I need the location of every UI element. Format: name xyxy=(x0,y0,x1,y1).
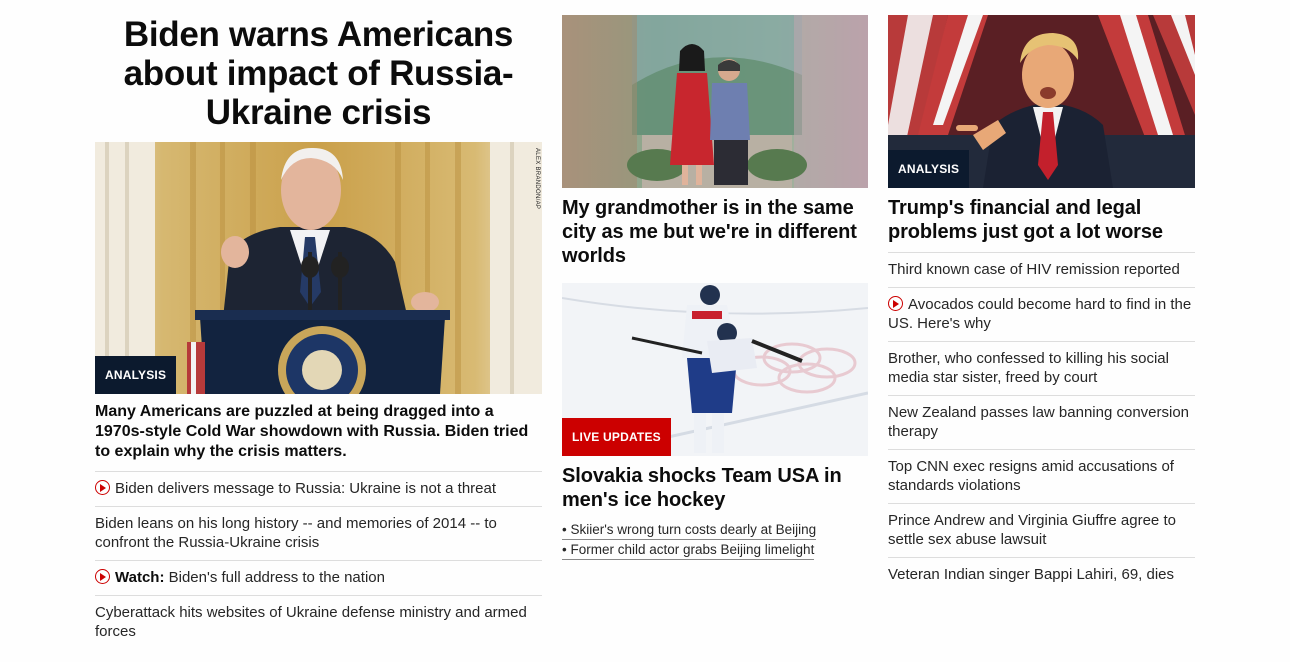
hockey-story-headline[interactable]: Slovakia shocks Team USA in men's ice ho… xyxy=(562,464,868,512)
list-item[interactable]: Brother, who confessed to killing his so… xyxy=(888,342,1195,396)
list-item-text: Biden leans on his long history -- and m… xyxy=(95,515,497,551)
list-item-text: Third known case of HIV remission report… xyxy=(888,261,1180,278)
related-link[interactable]: • Skiier's wrong turn costs dearly at Be… xyxy=(562,520,817,540)
watch-prefix: Watch: xyxy=(115,569,165,586)
trump-story-headline[interactable]: Trump's financial and legal problems jus… xyxy=(888,196,1195,253)
headlines-list: Third known case of HIV remission report… xyxy=(888,253,1195,592)
list-item[interactable]: Biden delivers message to Russia: Ukrain… xyxy=(95,472,542,507)
top-story-lead[interactable]: Many Americans are puzzled at being drag… xyxy=(95,402,542,472)
list-item[interactable]: Veteran Indian singer Bappi Lahiri, 69, … xyxy=(888,558,1195,592)
trump-story-image[interactable]: ANALYSIS xyxy=(888,15,1195,188)
analysis-tag[interactable]: ANALYSIS xyxy=(888,150,970,188)
list-item-text: Avocados could become hard to find in th… xyxy=(888,296,1192,332)
top-story-title[interactable]: Biden warns Americans about impact of Ru… xyxy=(95,15,542,142)
grandmother-photo xyxy=(562,15,868,188)
middle-column: My grandmother is in the same city as me… xyxy=(562,15,868,560)
list-item-text: Top CNN exec resigns amid accusations of… xyxy=(888,458,1174,494)
list-item[interactable]: Prince Andrew and Virginia Giuffre agree… xyxy=(888,504,1195,558)
top-story-column: Biden warns Americans about impact of Ru… xyxy=(95,15,542,649)
list-item[interactable]: Third known case of HIV remission report… xyxy=(888,253,1195,288)
related-stories-list: Biden delivers message to Russia: Ukrain… xyxy=(95,472,542,649)
hockey-related-links: • Skiier's wrong turn costs dearly at Be… xyxy=(562,520,868,560)
play-circle-icon xyxy=(95,569,110,584)
list-item[interactable]: Biden leans on his long history -- and m… xyxy=(95,507,542,561)
related-link[interactable]: • Former child actor grabs Beijing limel… xyxy=(562,540,815,560)
grandmother-story-image[interactable] xyxy=(562,15,868,188)
list-item-text: Prince Andrew and Virginia Giuffre agree… xyxy=(888,512,1176,548)
list-item[interactable]: Top CNN exec resigns amid accusations of… xyxy=(888,450,1195,504)
list-item[interactable]: New Zealand passes law banning conversio… xyxy=(888,396,1195,450)
list-item-text: Biden's full address to the nation xyxy=(164,569,385,586)
list-item-text: New Zealand passes law banning conversio… xyxy=(888,404,1190,440)
list-item-text: Veteran Indian singer Bappi Lahiri, 69, … xyxy=(888,566,1175,583)
play-circle-icon xyxy=(95,480,110,495)
list-item[interactable]: Watch: Biden's full address to the natio… xyxy=(95,561,542,596)
list-item-text: Cyberattack hits websites of Ukraine def… xyxy=(95,604,527,640)
right-column: ANALYSIS Trump's financial and legal pro… xyxy=(888,15,1195,592)
live-updates-tag[interactable]: LIVE UPDATES xyxy=(562,418,671,456)
top-story-image[interactable]: ANALYSIS ALEX BRANDON/AP xyxy=(95,142,542,394)
play-circle-icon xyxy=(888,296,903,311)
grandmother-story-headline[interactable]: My grandmother is in the same city as me… xyxy=(562,196,868,268)
photo-credit: ALEX BRANDON/AP xyxy=(534,148,540,210)
list-item-text: Biden delivers message to Russia: Ukrain… xyxy=(115,480,497,497)
analysis-tag[interactable]: ANALYSIS xyxy=(95,356,177,394)
hockey-story-image[interactable]: LIVE UPDATES xyxy=(562,283,868,456)
list-item-text: Brother, who confessed to killing his so… xyxy=(888,350,1169,386)
list-item[interactable]: Avocados could become hard to find in th… xyxy=(888,288,1195,342)
list-item[interactable]: Cyberattack hits websites of Ukraine def… xyxy=(95,596,542,649)
